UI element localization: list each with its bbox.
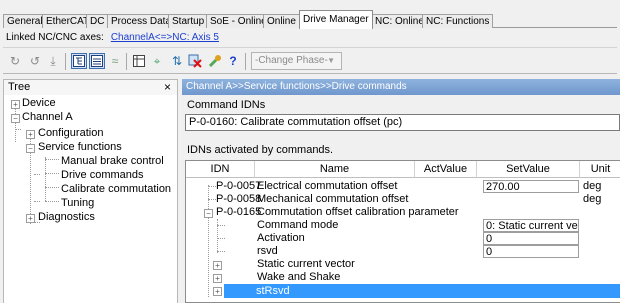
tree-node-tuning[interactable]: Tuning	[61, 196, 94, 210]
tree-node-calibrate-commutation[interactable]: Calibrate commutation	[61, 182, 171, 196]
row-0-name: Electrical commutation offset	[257, 180, 398, 192]
row-5-name: rsvd	[257, 245, 278, 257]
row-0-idn: P-0-0057	[216, 180, 262, 192]
expand-row-6-icon[interactable]: +	[213, 261, 222, 270]
expand-diagnostics-icon[interactable]: +	[26, 214, 35, 223]
expand-row-7-icon[interactable]: +	[213, 274, 222, 283]
tab-nc-functions[interactable]: NC: Functions	[422, 14, 494, 28]
row-5-setvalue[interactable]: 0	[483, 245, 579, 258]
command-idns-label: Command IDNs	[187, 99, 266, 111]
help-icon[interactable]: ?	[225, 53, 241, 69]
row-4-setvalue[interactable]: 0	[483, 232, 579, 245]
tree-panel: + Device − Channel A + Configuration − S…	[3, 95, 178, 303]
toolbar-separator	[65, 53, 66, 70]
tree-node-drive-commands[interactable]: Drive commands	[61, 168, 144, 182]
linked-axis-link[interactable]: ChannelA<=>NC: Axis 5	[111, 32, 219, 43]
toolbar-separator	[126, 53, 127, 70]
tab-startup[interactable]: Startup	[168, 14, 209, 28]
change-phase-select[interactable]: -Change Phase- ▼	[251, 52, 342, 70]
tree-node-service-functions[interactable]: Service functions	[38, 140, 122, 154]
tab-general[interactable]: General	[3, 14, 47, 28]
tree-node-configuration[interactable]: Configuration	[38, 126, 103, 140]
tab-strip: General EtherCAT DC Process Data Startup…	[3, 3, 617, 29]
tab-nc-online[interactable]: NC: Online	[371, 14, 428, 28]
collapse-channel-a-icon[interactable]: −	[11, 114, 20, 123]
row-1-unit: deg	[583, 193, 602, 205]
tab-drive-manager[interactable]: Drive Manager	[299, 10, 373, 29]
row-4-name: Activation	[257, 232, 305, 244]
expand-device-icon[interactable]: +	[11, 100, 20, 109]
list-view-icon[interactable]	[89, 53, 105, 69]
chevron-down-icon: ▼	[327, 56, 335, 65]
breadcrumb: Channel A>>Service functions>>Drive comm…	[182, 79, 620, 95]
row-0-setvalue[interactable]: 270.00	[483, 180, 579, 193]
row-8-name: stRsvd	[256, 285, 290, 297]
tab-dc[interactable]: DC	[86, 14, 109, 28]
column-header-idn[interactable]: IDN	[186, 161, 255, 178]
tree-node-device[interactable]: Device	[22, 96, 56, 110]
refresh-alt-icon[interactable]: ↺	[27, 53, 43, 69]
idn-table: IDN Name ActValue SetValue Unit P-0-0057…	[185, 160, 620, 303]
row-6-name: Static current vector	[257, 258, 355, 270]
row-1-name: Mechanical commutation offset	[257, 193, 409, 205]
change-phase-value: -Change Phase-	[255, 55, 328, 66]
download-icon[interactable]: ⤓	[45, 53, 61, 69]
tree-panel-title: Tree	[8, 81, 31, 93]
wave-icon[interactable]: ≈	[107, 53, 123, 69]
refresh-icon[interactable]: ↻	[7, 53, 23, 69]
command-idn-select[interactable]: P-0-0160: Calibrate commutation offset (…	[185, 114, 620, 131]
row-3-setvalue[interactable]: 0: Static current vector	[483, 219, 579, 232]
expand-row-8-icon[interactable]: +	[213, 287, 222, 296]
toolbar-separator	[245, 53, 246, 70]
expand-configuration-icon[interactable]: +	[26, 130, 35, 139]
collapse-row-2-icon[interactable]: −	[204, 209, 213, 218]
tree-panel-header: Tree ×	[3, 79, 178, 96]
table-icon[interactable]	[131, 53, 147, 69]
tree-node-channel-a[interactable]: Channel A	[22, 110, 73, 124]
column-header-actvalue[interactable]: ActValue	[415, 161, 477, 178]
linked-axes-label: Linked NC/CNC axes:	[6, 32, 104, 43]
tab-soe-online[interactable]: SoE - Online	[206, 14, 271, 28]
column-header-setvalue[interactable]: SetValue	[477, 161, 580, 178]
row-0-unit: deg	[583, 180, 602, 192]
scope-icon[interactable]: ⌖	[149, 53, 165, 69]
cross-icon[interactable]	[187, 53, 203, 69]
row-2-idn: P-0-0165	[216, 206, 262, 218]
table-row-selected[interactable]: stRsvd	[224, 284, 620, 298]
row-1-idn: P-0-0058	[216, 193, 262, 205]
tab-process-data[interactable]: Process Data	[107, 14, 176, 28]
column-header-name[interactable]: Name	[255, 161, 415, 178]
linked-axes-row: Linked NC/CNC axes: ChannelA<=>NC: Axis 5	[6, 32, 219, 43]
column-header-unit[interactable]: Unit	[580, 161, 620, 178]
tab-online[interactable]: Online	[263, 14, 300, 28]
toolbar: ↻ ↺ ⤓ ≈ ⌖ ⇅ ? -Change Phase- ▼	[3, 47, 617, 74]
idns-activated-label: IDNs activated by commands.	[187, 144, 334, 156]
close-icon[interactable]: ×	[164, 80, 171, 95]
tree-node-manual-brake-control[interactable]: Manual brake control	[61, 154, 164, 168]
collapse-service-functions-icon[interactable]: −	[26, 144, 35, 153]
row-7-name: Wake and Shake	[257, 271, 341, 283]
wrench-icon[interactable]	[207, 53, 223, 69]
tree-view-icon[interactable]	[71, 53, 87, 69]
sort-icon[interactable]: ⇅	[169, 53, 185, 69]
tree-node-diagnostics[interactable]: Diagnostics	[38, 210, 95, 224]
row-2-name: Commutation offset calibration parameter	[257, 206, 459, 218]
row-3-name: Command mode	[257, 219, 339, 231]
